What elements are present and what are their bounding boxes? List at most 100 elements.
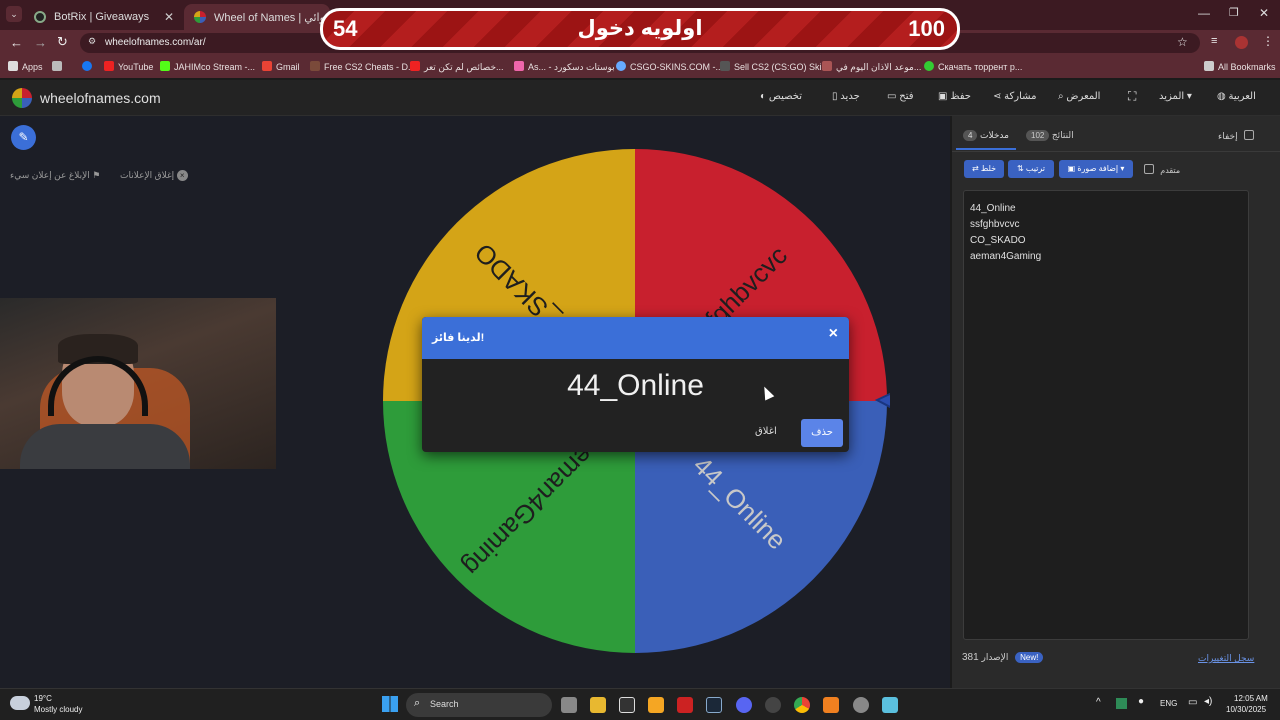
- close-ads-link[interactable]: إغلاق الإعلانات ×: [120, 170, 188, 181]
- arrow-app-icon[interactable]: [648, 697, 664, 713]
- new-badge: New!: [1015, 652, 1044, 663]
- bookmark-torrent[interactable]: Скачать торрент р...: [924, 61, 1022, 72]
- sort-icon: ⇅: [1016, 164, 1026, 173]
- bookmark-prayer-times[interactable]: موعد الاذان اليوم في...: [822, 61, 921, 73]
- restore-icon[interactable]: ❐: [1229, 6, 1239, 19]
- results-count-badge: 102: [1026, 130, 1050, 141]
- tray-chevron-icon[interactable]: ^: [1096, 697, 1101, 708]
- language-indicator[interactable]: ENG: [1160, 699, 1177, 708]
- tab-wheel-of-names[interactable]: Wheel of Names | العشوائي: [184, 4, 330, 30]
- bookmark-cs2-cheats[interactable]: Free CS2 Cheats - D...: [310, 61, 416, 72]
- reload-icon[interactable]: ↻: [57, 34, 68, 50]
- bookmark-facebook[interactable]: [82, 61, 96, 72]
- heart-icon: [514, 61, 524, 71]
- winner-name: 44_Online: [567, 369, 704, 402]
- back-icon[interactable]: ←: [10, 35, 23, 50]
- tab-search-button[interactable]: ⌄: [6, 6, 22, 22]
- bookmark-jahimco[interactable]: JAHIMco Stream -...: [160, 61, 255, 72]
- nav-customize[interactable]: ◐ تخصيص: [760, 91, 802, 102]
- version-info: 381 الإصدار New!: [962, 652, 1044, 663]
- g-app-icon[interactable]: [619, 697, 635, 713]
- youtube-icon: [104, 61, 114, 71]
- file-explorer-icon[interactable]: [590, 697, 606, 713]
- tab-botrix[interactable]: BotRix | Giveaways ✕: [24, 4, 182, 30]
- bookmark-star-icon[interactable]: ☆: [1177, 35, 1188, 49]
- site-info-icon[interactable]: ⚙: [88, 36, 96, 47]
- minimize-icon[interactable]: —: [1198, 6, 1210, 20]
- report-ad-link[interactable]: الإبلاغ عن إعلان سيء ⚑: [10, 170, 100, 181]
- shuffle-button[interactable]: ⇄ خلط: [964, 160, 1004, 178]
- weather-cloud-icon: [10, 696, 30, 710]
- chevron-down-icon: ▾: [1118, 164, 1125, 173]
- site-logo-icon[interactable]: [12, 88, 32, 108]
- alert-app-icon[interactable]: [677, 697, 693, 713]
- sort-button[interactable]: ⇅ ترتيب: [1008, 160, 1054, 178]
- site-header: wheelofnames.com ◐ تخصيص ▯ جديد ▭ فتح ▣ …: [0, 80, 1280, 116]
- advanced-checkbox[interactable]: [1144, 164, 1154, 174]
- bookmark-apps[interactable]: Apps: [8, 61, 43, 72]
- tray-app-icon[interactable]: [1116, 698, 1127, 709]
- close-window-icon[interactable]: ✕: [1259, 6, 1269, 20]
- app-orange-icon[interactable]: [823, 697, 839, 713]
- nav-save[interactable]: ▣ حفظ: [938, 91, 971, 102]
- nav-new[interactable]: ▯ جديد: [832, 91, 860, 102]
- bookmark-sell-cs2[interactable]: Sell CS2 (CS:GO) Ski...: [720, 61, 829, 72]
- entries-textarea[interactable]: 44_Online ssfghbvcvc CO_SKADO aeman4Gami…: [963, 190, 1249, 640]
- changelog-link[interactable]: سجل التغييرات: [1198, 653, 1254, 664]
- overlay-right-number: 100: [908, 16, 945, 41]
- tab-results[interactable]: النتائج 102: [1026, 130, 1074, 141]
- discord-icon[interactable]: [736, 697, 752, 713]
- task-view-icon[interactable]: [561, 697, 577, 713]
- nav-open[interactable]: ▭ فتح: [887, 91, 914, 102]
- grid-icon[interactable]: [52, 61, 66, 72]
- hide-checkbox[interactable]: [1244, 130, 1255, 140]
- obs-icon[interactable]: [765, 697, 781, 713]
- browser-menu-icon[interactable]: ⋮: [1262, 34, 1274, 48]
- microphone-icon[interactable]: ●: [1138, 696, 1144, 707]
- clock-date[interactable]: 10/30/2025: [1226, 705, 1266, 714]
- volume-icon[interactable]: ◂): [1204, 696, 1212, 707]
- nav-share[interactable]: ⋖ مشاركة: [993, 91, 1036, 102]
- overlay-title: اولويه دخول: [577, 17, 703, 40]
- dialog-close-icon[interactable]: ×: [829, 325, 838, 343]
- nav-more[interactable]: المزيد ▾: [1159, 91, 1192, 102]
- bookmark-csgo-skins[interactable]: CSGO-SKINS.COM -...: [616, 61, 723, 72]
- weather-desc[interactable]: Mostly cloudy: [34, 705, 82, 714]
- profile-avatar[interactable]: [1235, 36, 1248, 49]
- nav-language[interactable]: ◍ العربية: [1217, 91, 1256, 102]
- dialog-remove-button[interactable]: حذف: [801, 419, 843, 447]
- facebook-icon: [82, 61, 92, 71]
- tab-entries[interactable]: مدخلات 4: [956, 126, 1016, 150]
- site-logo-text[interactable]: wheelofnames.com: [40, 90, 161, 106]
- edit-pencil-button[interactable]: ✎: [11, 125, 36, 150]
- notepad-icon[interactable]: [882, 697, 898, 713]
- winner-dialog: لدينا فائز! × 44_Online اغلاق حذف: [422, 317, 849, 452]
- network-icon[interactable]: ▭: [1188, 697, 1197, 708]
- nav-gallery[interactable]: ⌕ المعرض: [1058, 91, 1100, 102]
- chevron-down-icon: ▾: [1184, 91, 1192, 102]
- hide-checkbox-row[interactable]: إخفاء: [1218, 130, 1255, 142]
- bookmark-arabic-1[interactable]: خصائص لم تكن تعر...: [410, 61, 504, 73]
- advanced-checkbox-row[interactable]: متقدم: [1144, 164, 1180, 175]
- extensions-icon[interactable]: ≡: [1211, 35, 1217, 47]
- taskbar-search[interactable]: ⌕ Search: [406, 693, 552, 717]
- chrome-icon[interactable]: [794, 697, 810, 713]
- bookmark-gmail[interactable]: Gmail: [262, 61, 300, 72]
- dialog-close-button[interactable]: اغلاق: [755, 426, 777, 437]
- steam-icon[interactable]: [706, 697, 722, 713]
- shuffle-icon: ⇄: [971, 164, 981, 173]
- bookmark-youtube[interactable]: YouTube: [104, 61, 153, 72]
- windows-start-icon[interactable]: [382, 696, 398, 712]
- settings-icon[interactable]: [853, 697, 869, 713]
- add-image-button[interactable]: ▣ إضافة صورة ▾: [1059, 160, 1133, 178]
- dialog-title: لدينا فائز!: [432, 332, 485, 344]
- nav-fullscreen-icon[interactable]: ⛶: [1128, 89, 1136, 104]
- forward-icon[interactable]: →: [34, 35, 47, 50]
- search-placeholder: Search: [430, 699, 459, 709]
- close-tab-icon[interactable]: ✕: [164, 10, 174, 24]
- clock-time[interactable]: 12:05 AM: [1234, 694, 1268, 703]
- bookmark-discord-posts[interactable]: As... - بوستات دسكورد: [514, 61, 615, 73]
- weather-temp[interactable]: 19°C: [34, 694, 52, 703]
- share-icon: ⋖: [993, 91, 1005, 102]
- all-bookmarks[interactable]: All Bookmarks: [1204, 61, 1276, 72]
